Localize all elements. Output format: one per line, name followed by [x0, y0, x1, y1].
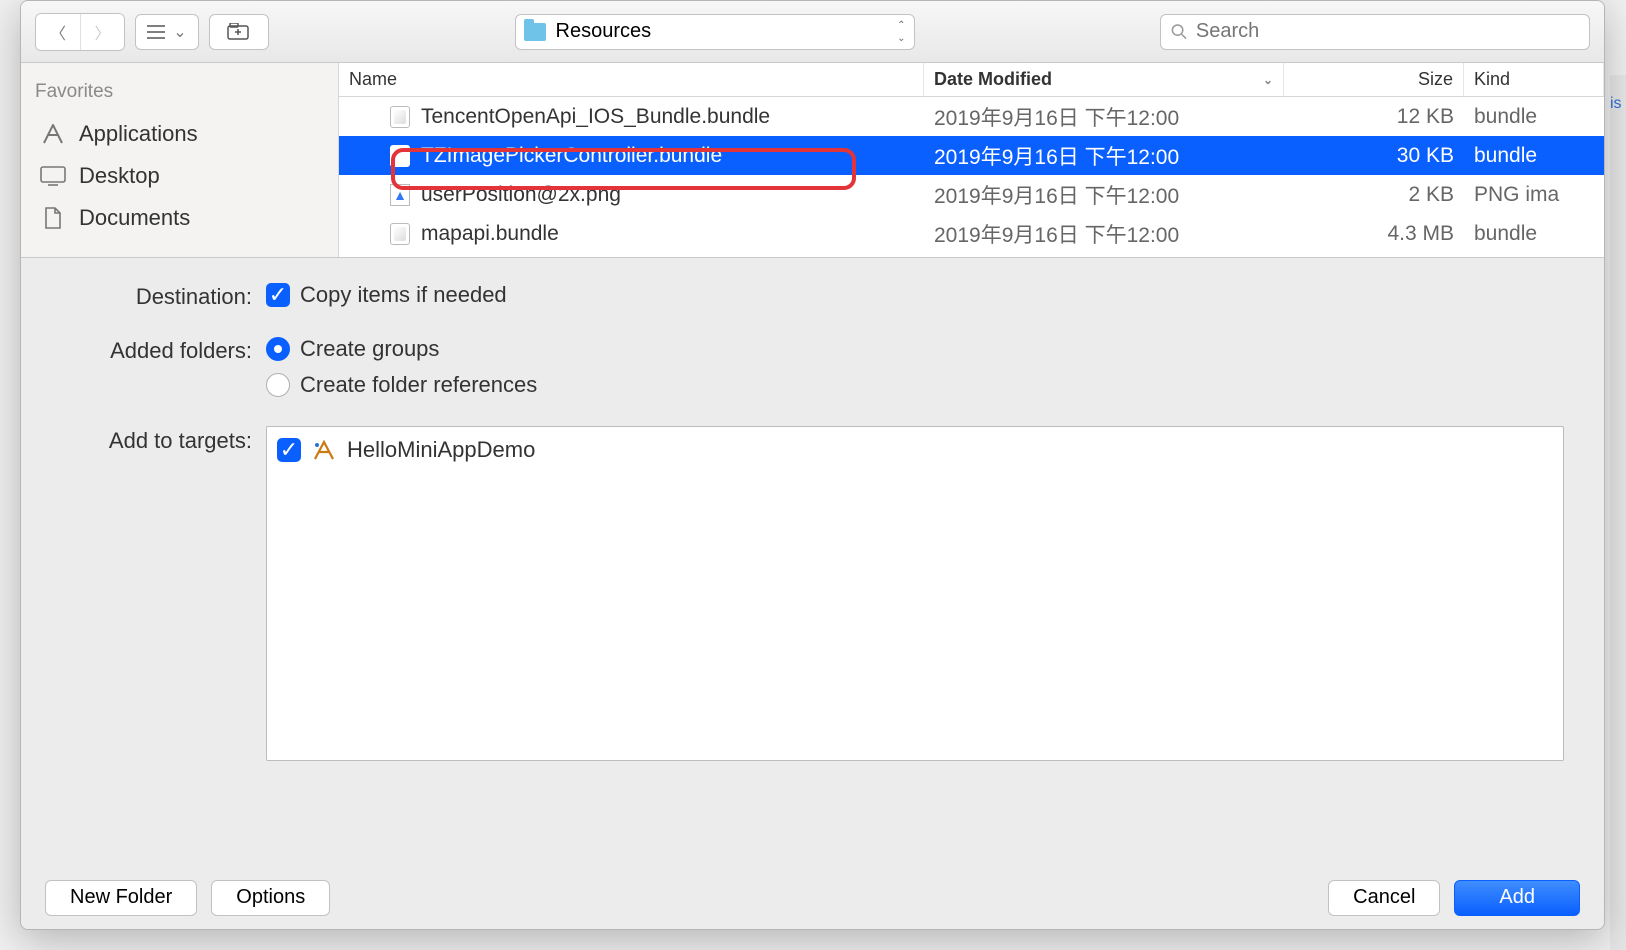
- file-kind: bundle: [1464, 222, 1604, 246]
- file-size: 4.3 MB: [1284, 222, 1464, 246]
- sidebar-item-documents[interactable]: Documents: [21, 197, 338, 239]
- open-panel-dialog: 〈 〉 ⌄ Resources ⌃⌄ Favorites Application…: [20, 0, 1605, 930]
- toolbar: 〈 〉 ⌄ Resources ⌃⌄: [21, 1, 1604, 63]
- search-field[interactable]: [1160, 14, 1590, 50]
- forward-button[interactable]: 〉: [80, 14, 124, 50]
- file-name: mapapi.bundle: [421, 222, 559, 246]
- file-name: userPosition@2x.png: [421, 183, 621, 207]
- sidebar: Favorites Applications Desktop Documents: [21, 63, 339, 257]
- import-options: Destination: ✓ Copy items if needed Adde…: [21, 258, 1604, 865]
- file-name: TZImagePickerController.bundle: [421, 144, 722, 168]
- nav-segmented: 〈 〉: [35, 13, 125, 51]
- target-name: HelloMiniAppDemo: [347, 437, 535, 463]
- create-groups-radio[interactable]: [266, 337, 290, 361]
- copy-items-checkbox[interactable]: ✓: [266, 283, 290, 307]
- column-name[interactable]: Name: [339, 63, 924, 96]
- bundle-icon: [389, 106, 411, 128]
- sidebar-heading: Favorites: [21, 77, 338, 113]
- file-row[interactable]: mapapi.bundle 2019年9月16日 下午12:004.3 MBbun…: [339, 214, 1604, 253]
- file-rows: TencentOpenApi_IOS_Bundle.bundle 2019年9月1…: [339, 97, 1604, 257]
- group-button[interactable]: [209, 14, 269, 50]
- create-groups-label: Create groups: [300, 336, 439, 362]
- add-button[interactable]: Add: [1454, 880, 1580, 916]
- bottom-bar: New Folder Options Cancel Add: [21, 865, 1604, 929]
- column-size[interactable]: Size: [1284, 63, 1464, 96]
- file-row[interactable]: ▲ userPosition@2x.png 2019年9月16日 下午12:002 …: [339, 175, 1604, 214]
- folder-icon: [524, 23, 546, 41]
- file-size: 12 KB: [1284, 105, 1464, 129]
- file-name: TencentOpenApi_IOS_Bundle.bundle: [421, 105, 770, 129]
- file-row[interactable]: TZImagePickerController.bundle 2019年9月16日…: [339, 136, 1604, 175]
- sidebar-item-applications[interactable]: Applications: [21, 113, 338, 155]
- file-kind: bundle: [1464, 144, 1604, 168]
- file-row[interactable]: TencentOpenApi_IOS_Bundle.bundle 2019年9月1…: [339, 97, 1604, 136]
- file-kind: PNG ima: [1464, 183, 1604, 207]
- search-icon: [1171, 23, 1188, 41]
- sidebar-item-label: Desktop: [79, 163, 160, 189]
- png-icon: ▲: [389, 184, 411, 206]
- bundle-icon: [389, 145, 411, 167]
- bundle-icon: [389, 223, 411, 245]
- location-popup[interactable]: Resources ⌃⌄: [515, 14, 915, 50]
- file-size: 2 KB: [1284, 183, 1464, 207]
- view-mode-button[interactable]: ⌄: [135, 14, 199, 50]
- sidebar-item-label: Applications: [79, 121, 198, 147]
- file-date: 2019年9月16日 下午12:00: [924, 141, 1284, 171]
- copy-items-label: Copy items if needed: [300, 282, 507, 308]
- back-button[interactable]: 〈: [36, 14, 80, 50]
- destination-label: Destination:: [61, 282, 266, 310]
- column-headers: Name Date Modified⌄ Size Kind: [339, 63, 1604, 97]
- documents-icon: [39, 207, 67, 229]
- add-targets-label: Add to targets:: [61, 426, 266, 454]
- location-label: Resources: [556, 20, 652, 43]
- create-refs-label: Create folder references: [300, 372, 537, 398]
- sidebar-item-label: Documents: [79, 205, 190, 231]
- target-row[interactable]: ✓ HelloMiniAppDemo: [277, 437, 1553, 463]
- stepper-icon: ⌃⌄: [897, 20, 905, 44]
- sidebar-item-desktop[interactable]: Desktop: [21, 155, 338, 197]
- column-kind[interactable]: Kind: [1464, 63, 1604, 96]
- file-date: 2019年9月16日 下午12:00: [924, 180, 1284, 210]
- file-date: 2019年9月16日 下午12:00: [924, 219, 1284, 249]
- sort-indicator-icon: ⌄: [1263, 73, 1273, 87]
- column-date[interactable]: Date Modified⌄: [924, 63, 1284, 96]
- file-list: Name Date Modified⌄ Size Kind TencentOpe…: [339, 63, 1604, 257]
- added-folders-label: Added folders:: [61, 336, 266, 364]
- desktop-icon: [39, 165, 67, 187]
- file-size: 30 KB: [1284, 144, 1464, 168]
- options-button[interactable]: Options: [211, 880, 330, 916]
- file-browser: Favorites Applications Desktop Documents…: [21, 63, 1604, 258]
- applications-icon: [39, 123, 67, 145]
- cancel-button[interactable]: Cancel: [1328, 880, 1440, 916]
- search-input[interactable]: [1196, 20, 1579, 43]
- file-kind: bundle: [1464, 105, 1604, 129]
- new-folder-button[interactable]: New Folder: [45, 880, 197, 916]
- targets-list[interactable]: ✓ HelloMiniAppDemo: [266, 426, 1564, 761]
- create-refs-radio[interactable]: [266, 373, 290, 397]
- target-checkbox[interactable]: ✓: [277, 438, 301, 462]
- background-peek: is: [1610, 75, 1626, 950]
- file-date: 2019年9月16日 下午12:00: [924, 102, 1284, 132]
- app-icon: [311, 437, 337, 463]
